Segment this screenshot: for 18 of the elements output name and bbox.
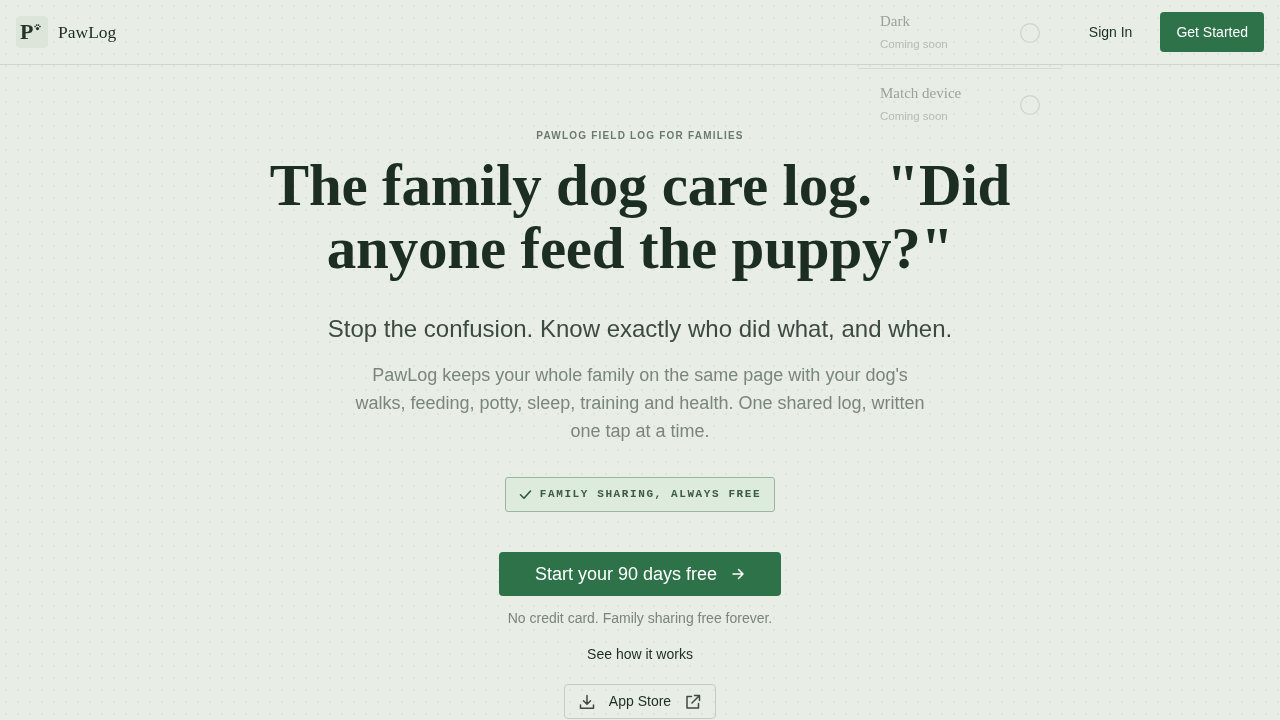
logo-text: PawLog <box>58 20 117 44</box>
get-started-button[interactable]: Get Started <box>1160 12 1264 52</box>
external-link-icon <box>685 693 702 710</box>
app-store-button[interactable]: App Store <box>564 684 716 719</box>
hero-headline: The family dog care log. "Did anyone feed the puppy?" <box>268 154 1012 280</box>
badge-text: FAMILY SHARING, ALWAYS FREE <box>539 487 762 503</box>
paw-icon <box>34 24 42 31</box>
eyebrow-text: PAWLOG FIELD LOG FOR FAMILIES <box>536 129 744 143</box>
how-it-works-link[interactable]: See how it works <box>587 644 693 664</box>
download-icon <box>578 693 595 710</box>
check-icon <box>518 488 532 501</box>
hero-description: PawLog keeps your whole family on the same page with your dog's walks, feeding, potty, sleep, training and health. One shared log, written one tap at a time. <box>354 364 926 443</box>
sign-in-link[interactable]: Sign In <box>1088 13 1133 51</box>
start-trial-button[interactable]: Start your 90 days free <box>499 552 781 596</box>
arrow-right-icon <box>731 567 746 581</box>
cta-note: No credit card. Family sharing free forever. <box>507 609 773 628</box>
hero-subheadline: Stop the confusion. Know exactly who did what, and when. <box>327 314 953 344</box>
logo-letter: P <box>20 21 34 43</box>
